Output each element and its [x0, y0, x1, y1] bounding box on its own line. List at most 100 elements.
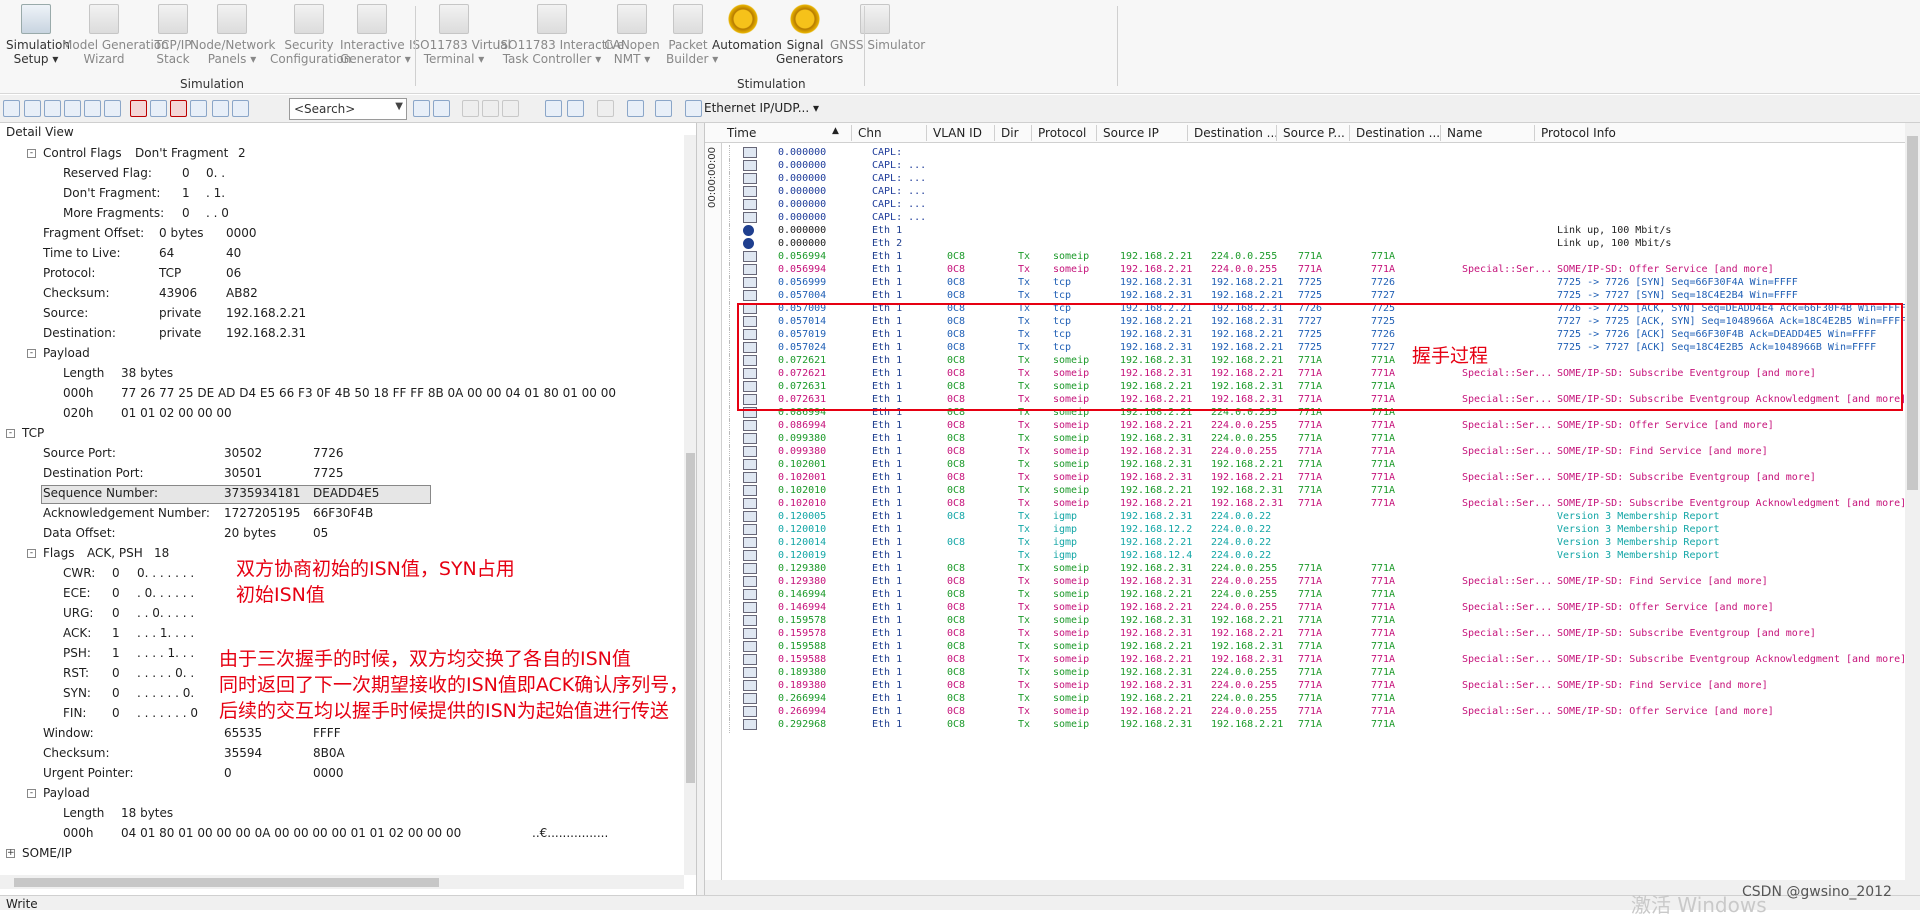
detail-row[interactable]: Protocol: TCP 06	[0, 266, 680, 286]
toolbar-window-button[interactable]	[655, 100, 672, 117]
column-header[interactable]: Name	[1447, 126, 1482, 140]
toolbar-clear-button[interactable]	[130, 100, 147, 117]
collapse-icon[interactable]: -	[6, 429, 15, 438]
column-header[interactable]: Protocol Info	[1541, 126, 1616, 140]
ribbon-item[interactable]: Interactive Generator ▾	[340, 4, 411, 66]
column-separator[interactable]	[1349, 125, 1350, 141]
expand-icon[interactable]: +	[6, 849, 15, 858]
detail-row[interactable]: Window: 65535 FFFF	[0, 726, 680, 746]
ethernet-protocol-icon[interactable]	[685, 100, 702, 117]
column-separator[interactable]	[1276, 125, 1277, 141]
ribbon-item[interactable]: Simulation Setup ▾	[6, 4, 70, 66]
nav-back-button[interactable]	[462, 100, 479, 117]
toolbar-filter3-button[interactable]	[84, 100, 101, 117]
column-header[interactable]: Dir	[1001, 126, 1019, 140]
detail-horizontal-scroll-thumb[interactable]	[14, 878, 439, 887]
detail-row[interactable]: 000h 77 26 77 25 DE AD D4 E5 66 F3 0F 4B …	[0, 386, 680, 406]
collapse-icon[interactable]: -	[27, 549, 36, 558]
column-header[interactable]: Destination ...	[1194, 126, 1278, 140]
nav-forward-button[interactable]	[482, 100, 499, 117]
detail-row[interactable]: More Fragments: 0 . . 0	[0, 206, 680, 226]
detail-row[interactable]: Source Port: 30502 7726	[0, 446, 680, 466]
detail-row[interactable]: - Payload	[0, 346, 680, 366]
toolbar-layout-button[interactable]	[567, 100, 584, 117]
detail-row[interactable]: Length 18 bytes	[0, 806, 680, 826]
ethernet-protocol-selector[interactable]: Ethernet IP/UDP... ▾	[704, 101, 819, 115]
toolbar-columns-button[interactable]	[545, 100, 562, 117]
toolbar-filter2-button[interactable]	[64, 100, 81, 117]
toolbar-time-button[interactable]	[190, 100, 207, 117]
detail-row[interactable]: Length 38 bytes	[0, 366, 680, 386]
toolbar-copy-button[interactable]	[150, 100, 167, 117]
ribbon-item[interactable]: Signal Generators	[776, 4, 843, 66]
collapse-icon[interactable]: -	[27, 349, 36, 358]
ribbon-item[interactable]: GNSS Simulator	[830, 4, 925, 52]
column-separator[interactable]	[1534, 125, 1535, 141]
detail-row[interactable]: - TCP	[0, 426, 680, 446]
collapse-icon[interactable]: -	[27, 789, 36, 798]
column-separator[interactable]	[994, 125, 995, 141]
column-header[interactable]: Destination ...	[1356, 126, 1440, 140]
toolbar-detail-button[interactable]	[212, 100, 229, 117]
detail-row[interactable]: Reserved Flag: 0 0. .	[0, 166, 680, 186]
column-separator[interactable]	[1096, 125, 1097, 141]
panel-splitter[interactable]	[697, 123, 705, 895]
ribbon-item[interactable]: CANopen NMT ▾	[602, 4, 662, 66]
toolbar-pause-button[interactable]	[170, 100, 187, 117]
detail-row[interactable]: Time to Live: 64 40	[0, 246, 680, 266]
detail-row[interactable]: Data Offset: 20 bytes 05	[0, 526, 680, 546]
toolbar-find-button[interactable]	[104, 100, 121, 117]
search-next-button[interactable]	[413, 100, 430, 117]
detail-row[interactable]: ACK: 1 . . . 1. . . .	[0, 626, 680, 646]
detail-row[interactable]: - Control Flags Don't Fragment 2	[0, 146, 680, 166]
column-header[interactable]: Source IP	[1103, 126, 1159, 140]
column-separator[interactable]	[926, 125, 927, 141]
column-header[interactable]: Protocol	[1038, 126, 1086, 140]
detail-row[interactable]: Acknowledgement Number: 1727205195 66F30F4…	[0, 506, 680, 526]
nav-goto-button[interactable]	[502, 100, 519, 117]
toolbar-toggle-button[interactable]	[3, 100, 20, 117]
detail-row[interactable]: Fragment Offset: 0 bytes 0000	[0, 226, 680, 246]
column-separator[interactable]	[1031, 125, 1032, 141]
detail-row[interactable]: 020h 01 01 02 00 00 00	[0, 406, 680, 426]
detail-row[interactable]: Source: private 192.168.2.21	[0, 306, 680, 326]
toolbar-view-button[interactable]	[24, 100, 41, 117]
detail-row[interactable]: URG: 0 . . 0. . . . .	[0, 606, 680, 626]
ribbon-item[interactable]: Model Generation Wizard	[62, 4, 169, 66]
detail-row[interactable]: Sequence Number: 3735934181 DEADD4E5	[0, 486, 680, 506]
detail-row[interactable]: Urgent Pointer: 0 0000	[0, 766, 680, 786]
toolbar-font-button[interactable]	[627, 100, 644, 117]
column-header[interactable]: Source P...	[1283, 126, 1345, 140]
toolbar-export-button[interactable]	[597, 100, 614, 117]
trace-row[interactable]: 0.292968 Eth 1 0C8 Tx someip 192.168.2.31 192.…	[705, 717, 1885, 733]
toolbar-filter-button[interactable]	[44, 100, 61, 117]
trace-vertical-scroll-thumb[interactable]	[1907, 136, 1918, 490]
ribbon-item[interactable]: ISO11783 Interactive Task Controller ▾	[497, 4, 624, 66]
detail-row[interactable]: Checksum: 35594 8B0A	[0, 746, 680, 766]
detail-row[interactable]: Checksum: 43906 AB82	[0, 286, 680, 306]
ribbon-item[interactable]: Automation	[712, 4, 782, 52]
ribbon-item[interactable]: Node/Network Panels ▾	[190, 4, 275, 66]
column-separator[interactable]	[1187, 125, 1188, 141]
search-input[interactable]: <Search> ▼	[289, 98, 407, 120]
ribbon-item[interactable]: Security Configuration	[270, 4, 351, 66]
detail-row[interactable]: + SOME/IP	[0, 846, 680, 866]
ribbon-item[interactable]: ISO11783 Virtual Terminal ▾	[409, 4, 511, 66]
detail-row[interactable]: - Payload	[0, 786, 680, 806]
column-separator[interactable]	[851, 125, 852, 141]
detail-row[interactable]: Destination Port: 30501 7725	[0, 466, 680, 486]
column-separator[interactable]	[1440, 125, 1441, 141]
trace-cell: 192.168.2.31	[1120, 667, 1193, 678]
column-header[interactable]: VLAN ID	[933, 126, 982, 140]
chevron-down-icon[interactable]: ▼	[395, 101, 403, 112]
column-header[interactable]: Chn	[858, 126, 882, 140]
detail-row[interactable]: Don't Fragment: 1 . 1.	[0, 186, 680, 206]
toolbar-detail2-button[interactable]	[232, 100, 249, 117]
column-header[interactable]: Time	[727, 126, 756, 140]
ribbon-item[interactable]: Packet Builder ▾	[666, 4, 718, 66]
detail-vertical-scroll-thumb[interactable]	[686, 453, 695, 783]
collapse-icon[interactable]: -	[27, 149, 36, 158]
detail-row[interactable]: Destination: private 192.168.2.31	[0, 326, 680, 346]
search-prev-button[interactable]	[433, 100, 450, 117]
detail-row[interactable]: 000h 04 01 80 01 00 00 00 0A 00 00 00 00 …	[0, 826, 680, 846]
